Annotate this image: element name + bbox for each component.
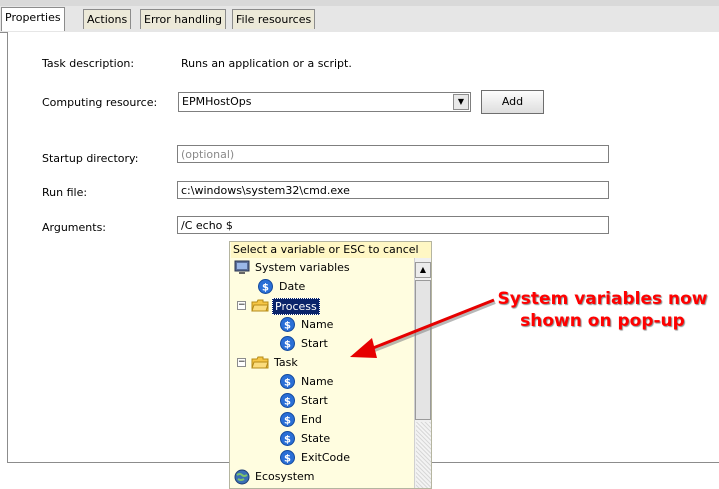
variable-icon: $ [280,317,295,332]
popup-scrollbar[interactable]: ▲ [414,258,431,488]
svg-text:$: $ [284,321,291,332]
variable-icon: $ [280,412,295,427]
variable-icon: $ [280,336,295,351]
tree-item-label: Name [301,318,334,331]
tree-item-label: State [301,432,331,445]
tree-item-label: System variables [255,261,350,274]
variable-popup: Select a variable or ESC to cancel Syste… [229,241,432,489]
computing-resource-select[interactable]: EPMHostOps ▼ [178,92,471,112]
arguments-label: Arguments: [42,221,107,234]
variable-icon: $ [280,374,295,389]
svg-text:$: $ [284,435,291,446]
collapse-icon[interactable]: − [237,358,246,367]
tree-item-system-variables[interactable]: System variables [234,258,414,277]
tree-item-ecosystem[interactable]: Ecosystem [234,467,414,486]
svg-text:$: $ [284,454,291,465]
chevron-down-icon[interactable]: ▼ [453,94,469,110]
run-file-label: Run file: [42,186,88,199]
globe-icon [234,469,250,485]
svg-text:$: $ [284,416,291,427]
tree-item-label: End [301,413,322,426]
tab-properties[interactable]: Properties [1,7,65,31]
scroll-track[interactable] [416,422,431,488]
annotation-text: System variables now shown on pop-up [497,289,708,331]
tree-item-task-start[interactable]: $ Start [280,391,414,410]
tree-item-date[interactable]: $ Date [258,277,414,296]
tree-item-label: Ecosystem [255,470,315,483]
computing-resource-label: Computing resource: [42,96,158,109]
tab-actions[interactable]: Actions [83,9,132,29]
startup-directory-label: Startup directory: [42,152,139,165]
tree-item-label: Date [279,280,306,293]
arguments-field[interactable]: /C echo $ [177,216,609,234]
tree-item-label: Start [301,394,328,407]
tree-item-label: Start [301,337,328,350]
tree-item-label: Name [301,375,334,388]
tree-item-process[interactable]: − Process [237,296,414,315]
tab-error-handling[interactable]: Error handling [140,9,227,29]
add-button[interactable]: Add [481,90,544,114]
run-file-field[interactable]: c:\windows\system32\cmd.exe [177,181,609,199]
variable-icon: $ [280,450,295,465]
variable-tree: System variables $ Date − Process $ Name [230,258,415,488]
tree-item-label: ExitCode [301,451,350,464]
tree-item-label: Process [272,298,320,315]
svg-text:$: $ [284,340,291,351]
tree-item-task-end[interactable]: $ End [280,410,414,429]
tree-item-task-state[interactable]: $ State [280,429,414,448]
task-description-value: Runs an application or a script. [181,57,352,70]
folder-icon [251,356,269,369]
computing-resource-value: EPMHostOps [182,95,252,108]
tab-bar: Properties Actions Error handling File r… [0,6,719,33]
startup-directory-field[interactable]: (optional) [177,145,609,163]
tree-item-label: Task [274,356,298,369]
monitor-icon [234,260,250,274]
svg-text:$: $ [284,378,291,389]
popup-header: Select a variable or ESC to cancel [231,242,431,258]
variable-icon: $ [280,431,295,446]
tree-item-task-name[interactable]: $ Name [280,372,414,391]
scroll-thumb[interactable] [415,280,431,420]
svg-text:$: $ [284,397,291,408]
tree-item-process-start[interactable]: $ Start [280,334,414,353]
scroll-up-arrow-icon[interactable]: ▲ [415,262,431,278]
tree-item-process-name[interactable]: $ Name [280,315,414,334]
folder-icon [251,299,269,312]
tab-file-resources[interactable]: File resources [232,9,316,29]
tree-item-task[interactable]: − Task [237,353,414,372]
variable-icon: $ [258,279,273,294]
task-description-label: Task description: [42,57,135,70]
svg-text:$: $ [262,283,269,294]
variable-icon: $ [280,393,295,408]
collapse-icon[interactable]: − [237,301,246,310]
tree-item-task-exitcode[interactable]: $ ExitCode [280,448,414,467]
